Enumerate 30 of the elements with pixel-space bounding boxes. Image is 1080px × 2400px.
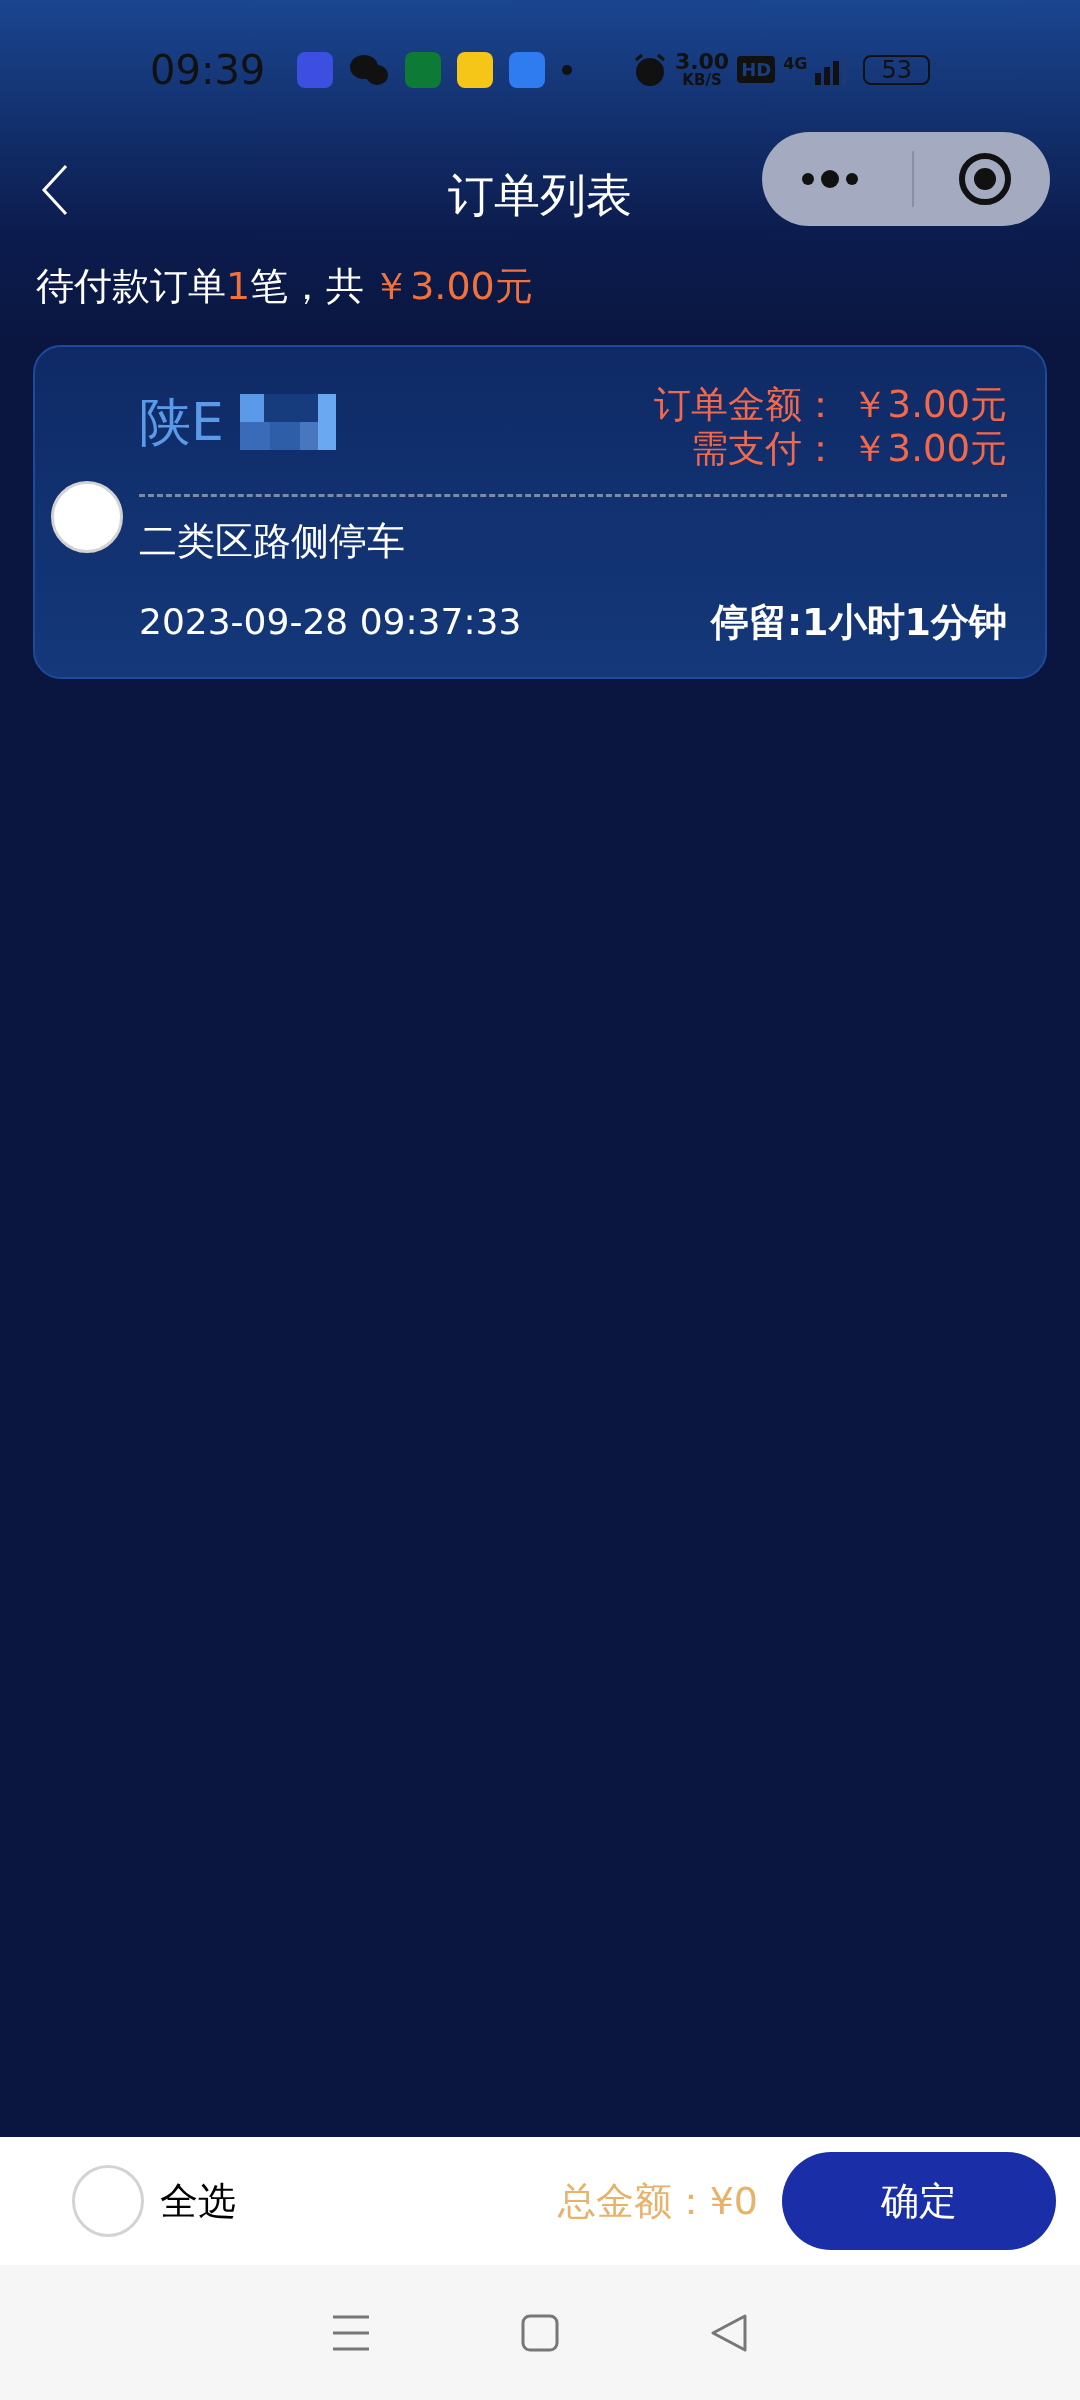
select-all-label[interactable]: 全选 <box>160 2172 236 2230</box>
parking-category: 二类区路侧停车 <box>139 517 406 565</box>
network-type: 4G <box>783 53 808 76</box>
alarm-icon <box>632 53 667 87</box>
close-target-icon[interactable] <box>958 152 1012 206</box>
dot-icon <box>561 64 574 76</box>
summary-text: 待付款订单1笔，共 ￥3.00元 <box>35 263 534 310</box>
chat-icon <box>349 53 390 87</box>
hd-indicator: HD <box>737 56 776 84</box>
home-icon[interactable] <box>521 2313 559 2352</box>
page-title: 订单列表 <box>448 166 632 224</box>
plate-number: 陕E <box>139 391 224 454</box>
back-nav-icon[interactable] <box>709 2312 749 2353</box>
battery-indicator: 53 <box>863 54 930 86</box>
app-icon <box>457 52 494 88</box>
order-card[interactable]: 陕E 订单金额： ￥3.00元 需支付： ￥3.00元 二类区路侧停车 2023-09-28 09:37:33 停留:1小时1分钟 <box>33 345 1047 679</box>
amount-due: 需支付： ￥3.00元 <box>689 427 1007 472</box>
parking-time: 2023-09-28 09:37:33 <box>139 600 522 645</box>
app-icon <box>405 52 442 88</box>
confirm-button[interactable]: 确定 <box>782 2152 1056 2250</box>
order-amount: 订单金额： ￥3.00元 <box>653 383 1007 428</box>
speed-unit: KB/S <box>681 73 723 88</box>
parking-duration: 停留:1小时1分钟 <box>710 598 1007 646</box>
signal-icon <box>815 55 848 85</box>
back-icon[interactable] <box>40 162 70 218</box>
total-amount: 总金额：¥0 <box>557 2177 758 2225</box>
app-icon <box>297 52 334 88</box>
network-speed: 3.00 <box>674 52 730 74</box>
status-time: 09:39 <box>150 46 266 95</box>
app-icon <box>509 52 546 88</box>
